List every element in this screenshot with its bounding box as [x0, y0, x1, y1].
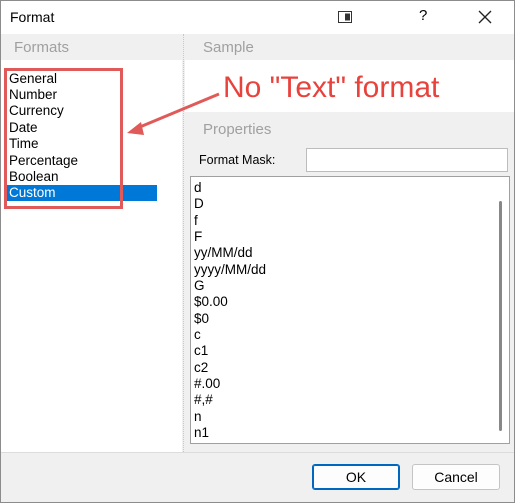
format-mask-list[interactable]: d D f F yy/MM/dd yyyy/MM/dd G $0.00 $0 c… — [190, 176, 510, 444]
window-title: Format — [10, 9, 55, 25]
window-snap-icon[interactable] — [338, 11, 352, 23]
mask-item[interactable]: n1 — [194, 425, 209, 441]
mask-item[interactable]: c1 — [194, 343, 208, 359]
format-mask-label: Format Mask: — [199, 153, 276, 167]
mask-item[interactable]: f — [194, 213, 198, 229]
mask-item[interactable]: D — [194, 196, 204, 212]
sample-header: Sample — [185, 34, 514, 60]
title-bar: Format ? — [1, 1, 514, 34]
mask-item[interactable]: #.00 — [194, 376, 220, 392]
mask-item[interactable]: c2 — [194, 360, 208, 376]
formats-header-label: Formats — [14, 39, 70, 56]
mask-item[interactable]: F — [194, 229, 202, 245]
format-mask-input[interactable] — [306, 148, 508, 172]
format-dialog: Format ? Formats Sample General Number C… — [0, 0, 515, 503]
annotation-text: No "Text" format — [223, 71, 440, 104]
mask-item[interactable]: yy/MM/dd — [194, 245, 253, 261]
mask-item[interactable]: c — [194, 327, 201, 343]
properties-header-label: Properties — [203, 121, 272, 138]
list-scrollbar[interactable] — [499, 201, 502, 431]
help-button[interactable]: ? — [419, 7, 427, 24]
footer-divider — [1, 452, 514, 453]
cancel-button[interactable]: Cancel — [412, 464, 500, 490]
mask-item[interactable]: #,# — [194, 392, 213, 408]
annotation-highlight-box — [4, 68, 123, 209]
close-icon[interactable] — [475, 7, 495, 27]
mask-item[interactable]: $0.00 — [194, 294, 228, 310]
mask-item[interactable]: yyyy/MM/dd — [194, 262, 266, 278]
mask-item[interactable]: n2 — [194, 441, 209, 443]
properties-header: Properties — [185, 116, 514, 142]
sample-header-label: Sample — [203, 39, 254, 56]
mask-item[interactable]: d — [194, 180, 202, 196]
mask-item[interactable]: n — [194, 409, 202, 425]
mask-item[interactable]: $0 — [194, 311, 209, 327]
ok-button[interactable]: OK — [312, 464, 400, 490]
formats-header: Formats — [1, 34, 182, 60]
mask-item[interactable]: G — [194, 278, 205, 294]
